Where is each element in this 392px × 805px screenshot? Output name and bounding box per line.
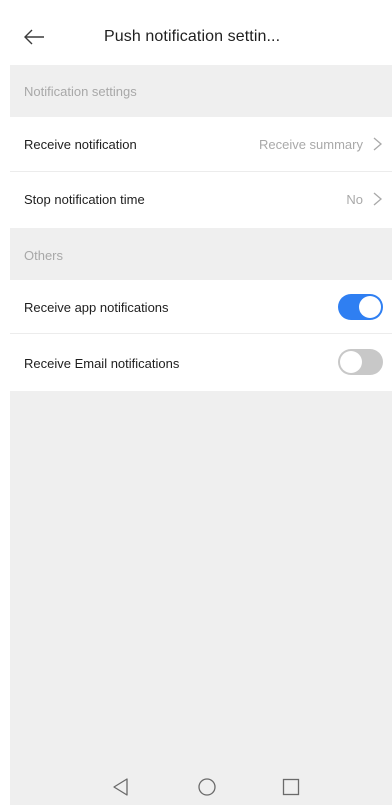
toggle-knob	[340, 351, 362, 373]
row-label: Receive app notifications	[24, 300, 169, 315]
row-label: Receive notification	[24, 137, 137, 152]
row-value: No	[346, 192, 363, 207]
back-button[interactable]	[14, 22, 44, 52]
arrow-left-icon	[24, 29, 44, 45]
section-header-notification-settings: Notification settings	[10, 65, 392, 117]
receive-app-notifications-row: Receive app notifications	[10, 280, 392, 333]
circle-home-icon[interactable]	[197, 777, 217, 797]
row-label: Receive Email notifications	[24, 356, 180, 371]
square-recents-icon[interactable]	[281, 777, 301, 797]
page-title: Push notification settin...	[104, 28, 281, 45]
section-title: Others	[24, 248, 64, 263]
row-value: Receive summary	[258, 137, 363, 152]
stop-notification-time-row[interactable]: Stop notification time No	[10, 172, 392, 228]
chevron-right-icon	[373, 192, 382, 206]
top-bar: Push notification settin...	[0, 0, 392, 65]
system-navigation-bar	[10, 767, 392, 805]
app-notifications-toggle[interactable]	[338, 294, 383, 320]
email-notifications-toggle[interactable]	[338, 349, 383, 375]
toggle-knob	[359, 296, 381, 318]
chevron-right-icon	[373, 137, 382, 151]
triangle-back-icon[interactable]	[111, 777, 131, 797]
app-root: Push notification settin... Notification…	[0, 0, 392, 805]
section-header-others: Others	[10, 228, 392, 280]
receive-notification-row[interactable]: Receive notification Receive summary	[10, 117, 392, 171]
section-title: Notification settings	[24, 84, 137, 99]
row-label: Stop notification time	[24, 192, 145, 207]
receive-email-notifications-row: Receive Email notifications	[10, 334, 392, 391]
